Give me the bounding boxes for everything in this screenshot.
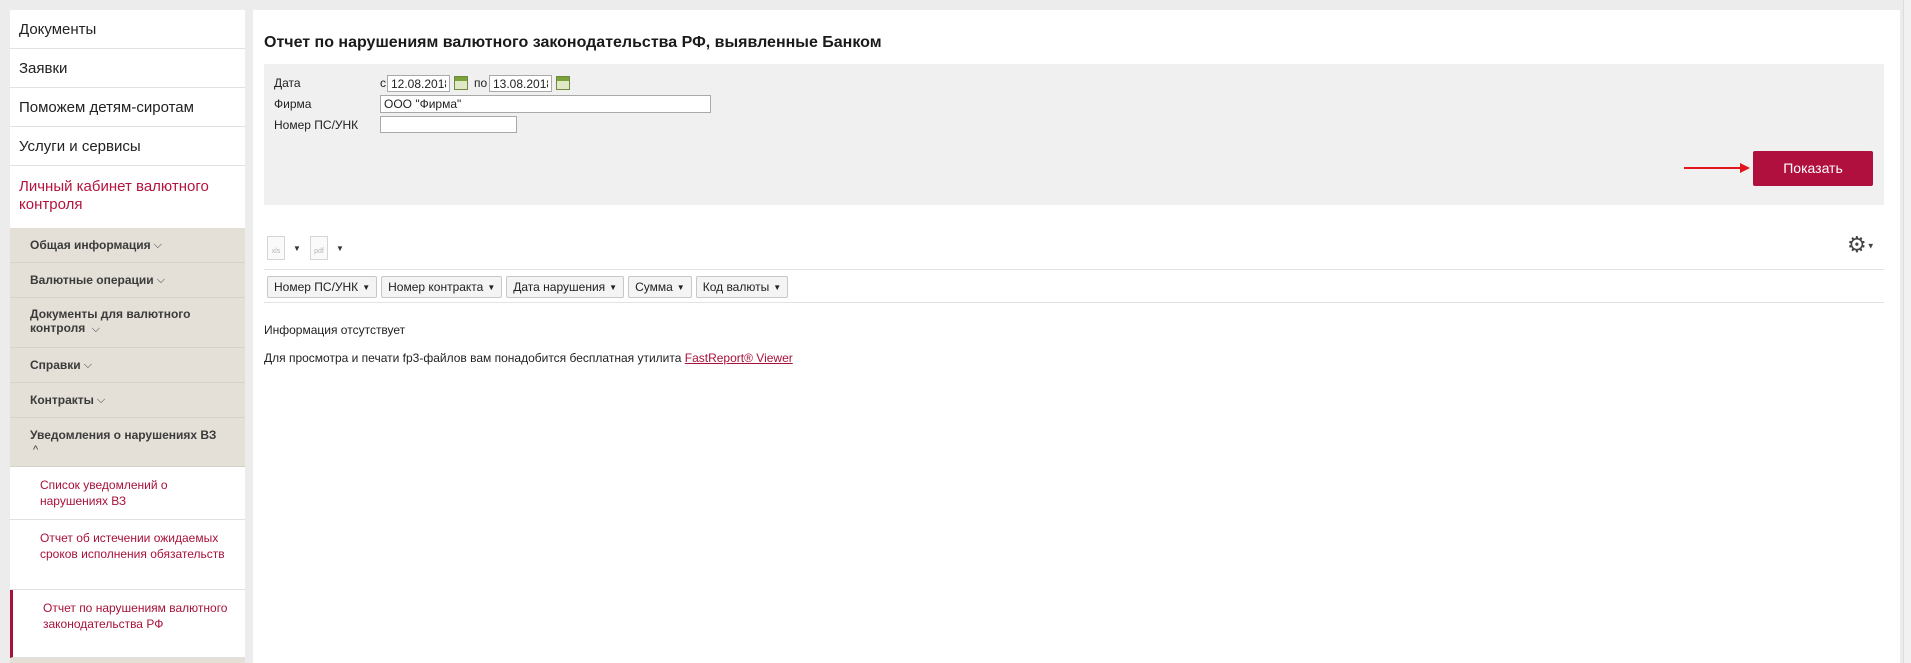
calendar-icon[interactable] bbox=[556, 76, 570, 90]
divider bbox=[264, 302, 1884, 303]
page-scrollbar[interactable] bbox=[1903, 0, 1911, 663]
nav-item-services[interactable]: Услуги и сервисы bbox=[10, 127, 245, 166]
filter-panel: Дата с по Фирма Номер ПС/УНК Показать bbox=[264, 64, 1884, 205]
arrow-right-icon bbox=[1684, 163, 1750, 173]
column-label: Номер контракта bbox=[388, 280, 484, 294]
section-label: Валютные операции bbox=[30, 273, 154, 287]
fastreport-viewer-link[interactable]: FastReport® Viewer bbox=[685, 351, 793, 365]
pdf-export-icon[interactable]: pdf bbox=[310, 236, 328, 260]
caret-down-icon: ▼ bbox=[487, 282, 496, 292]
column-ps-number[interactable]: Номер ПС/УНК ▼ bbox=[267, 276, 378, 298]
chevron-down-icon: ⌵ bbox=[153, 238, 162, 251]
section-label: Документы для валютного контроля bbox=[30, 307, 191, 335]
xls-export-icon[interactable]: xls bbox=[267, 236, 285, 260]
nav-item-label: Услуги и сервисы bbox=[19, 137, 141, 155]
calendar-icon[interactable] bbox=[454, 76, 468, 90]
caret-down-icon: ▼ bbox=[362, 282, 371, 292]
caret-down-icon: ▼ bbox=[773, 282, 782, 292]
viewer-note: Для просмотра и печати fp3-файлов вам по… bbox=[264, 351, 793, 365]
chevron-down-icon: ⌵ bbox=[96, 393, 106, 406]
nav-item-label: Поможем детям-сиротам bbox=[19, 98, 194, 116]
column-label: Дата нарушения bbox=[513, 280, 606, 294]
nav-item-label: Документы bbox=[19, 20, 97, 38]
nav-item-orphans[interactable]: Поможем детям-сиротам bbox=[10, 88, 245, 127]
column-currency-code[interactable]: Код валюты ▼ bbox=[695, 276, 789, 298]
column-label: Сумма bbox=[635, 280, 673, 294]
ps-label: Номер ПС/УНК bbox=[274, 118, 359, 132]
column-violation-date[interactable]: Дата нарушения ▼ bbox=[506, 276, 625, 298]
sidebar-item-label: Отчет по нарушениям валютного законодате… bbox=[43, 601, 228, 631]
column-contract-number[interactable]: Номер контракта ▼ bbox=[381, 276, 503, 298]
column-buttons: Номер ПС/УНК ▼ Номер контракта ▼ Дата нару… bbox=[267, 276, 789, 298]
column-label: Номер ПС/УНК bbox=[274, 280, 359, 294]
caret-down-icon: ▼ bbox=[676, 282, 685, 292]
chevron-down-icon: ⌵ bbox=[83, 358, 93, 371]
date-to-input[interactable] bbox=[489, 75, 552, 92]
section-general-info[interactable]: Общая информация ⌵ bbox=[10, 228, 245, 263]
nav-item-currency-control[interactable]: Личный кабинет валютного контроля bbox=[10, 166, 245, 228]
page-title: Отчет по нарушениям валютного законодате… bbox=[264, 34, 882, 51]
sidebar-item-label: Список уведомлений о нарушениях ВЗ bbox=[40, 478, 168, 508]
sidebar-item-label: Отчет об истечении ожидаемых сроков испо… bbox=[40, 531, 225, 561]
caret-down-icon[interactable]: ▼ bbox=[293, 244, 301, 253]
section-control-documents[interactable]: Документы для валютного контроля ⌵ bbox=[10, 298, 245, 348]
section-currency-operations[interactable]: Валютные операции ⌵ bbox=[10, 263, 245, 298]
firm-field[interactable] bbox=[380, 95, 711, 113]
section-label: Справки bbox=[30, 358, 81, 372]
date-from-input[interactable] bbox=[387, 75, 450, 92]
caret-down-icon[interactable]: ▼ bbox=[336, 244, 344, 253]
nav-item-documents[interactable]: Документы bbox=[10, 10, 245, 49]
section-label: Контракты bbox=[30, 393, 94, 407]
section-label: Уведомления о нарушениях ВЗ bbox=[30, 428, 217, 442]
main-panel: Отчет по нарушениям валютного законодате… bbox=[253, 10, 1900, 663]
date-label: Дата bbox=[274, 76, 301, 90]
sidebar-item-notices-list[interactable]: Список уведомлений о нарушениях ВЗ bbox=[10, 467, 245, 520]
column-label: Код валюты bbox=[702, 280, 770, 294]
nav-item-label: Личный кабинет валютного контроля bbox=[19, 178, 209, 213]
nav-item-label: Заявки bbox=[19, 59, 68, 77]
section-contracts[interactable]: Контракты ⌵ bbox=[10, 383, 245, 418]
gear-icon[interactable]: ⚙▼ bbox=[1847, 232, 1875, 258]
viewer-note-text: Для просмотра и печати fp3-файлов вам по… bbox=[264, 351, 682, 365]
section-label: Общая информация bbox=[30, 238, 151, 252]
chevron-up-icon: ^ bbox=[33, 444, 39, 456]
chevron-down-icon: ⌵ bbox=[91, 323, 100, 335]
date-from-label: с bbox=[380, 76, 386, 90]
divider bbox=[264, 269, 1884, 270]
section-certificates[interactable]: Справки ⌵ bbox=[10, 348, 245, 383]
column-amount[interactable]: Сумма ▼ bbox=[628, 276, 692, 298]
chevron-down-icon: ⌵ bbox=[156, 273, 166, 286]
caret-down-icon: ▼ bbox=[609, 282, 618, 292]
sidebar-item-violations-report[interactable]: Отчет по нарушениям валютного законодате… bbox=[10, 590, 245, 658]
show-button[interactable]: Показать bbox=[1753, 151, 1873, 186]
firm-label: Фирма bbox=[274, 97, 312, 111]
sidebar: Документы Заявки Поможем детям-сиротам У… bbox=[10, 10, 245, 663]
section-violation-notices[interactable]: Уведомления о нарушениях ВЗ ^ bbox=[10, 418, 245, 467]
date-to-label: по bbox=[474, 76, 488, 90]
nav-item-requests[interactable]: Заявки bbox=[10, 49, 245, 88]
sidebar-item-expiry-report[interactable]: Отчет об истечении ожидаемых сроков испо… bbox=[10, 520, 245, 590]
empty-message: Информация отсутствует bbox=[264, 323, 406, 337]
sidebar-divider bbox=[10, 658, 245, 663]
ps-number-input[interactable] bbox=[380, 116, 517, 133]
